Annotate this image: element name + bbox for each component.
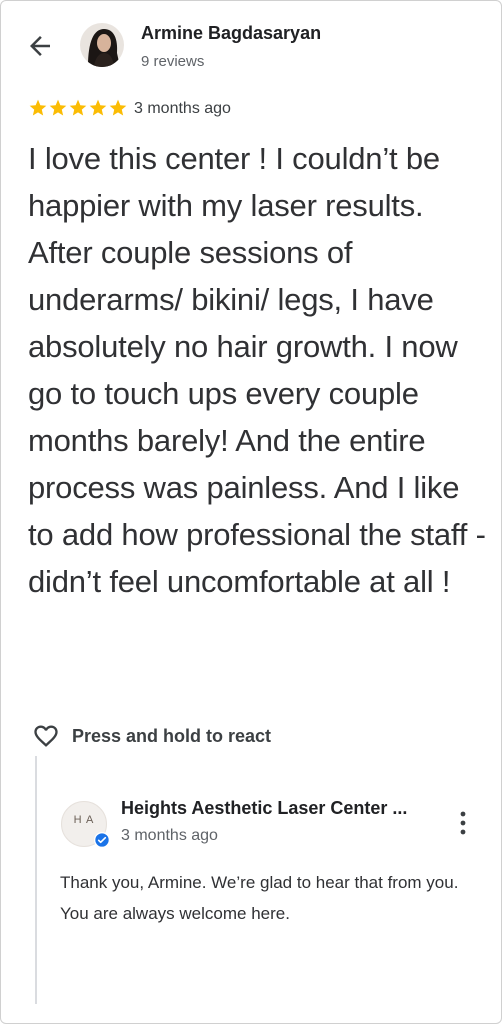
owner-response-text: Thank you, Armine. We’re glad to hear th… [60,873,459,923]
user-avatar-icon [80,23,124,67]
author-review-count: 9 reviews [141,53,205,70]
business-name[interactable]: Heights Aesthetic Laser Center ... [121,798,407,819]
response-time: 3 months ago [121,827,218,844]
author-avatar[interactable] [80,23,124,67]
star-icon [49,99,67,116]
star-rating [28,98,128,118]
star-icon [69,99,87,116]
author-name[interactable]: Armine Bagdasaryan [141,23,321,44]
verified-badge-icon [94,832,110,848]
heart-outline-icon [34,725,58,747]
more-vertical-icon [460,811,466,835]
review-text: I love this center ! I couldn’t be happi… [28,141,486,599]
star-icon [29,99,47,116]
review-detail-panel: Armine Bagdasaryan 9 reviews 3 months ag… [0,0,502,1024]
react-button[interactable]: Press and hold to react [32,722,271,750]
more-options-button[interactable] [453,809,473,837]
reply-divider [35,756,37,1004]
arrow-left-icon [30,36,50,56]
back-button[interactable] [25,31,55,61]
star-icon [109,99,127,116]
react-label: Press and hold to react [72,725,272,746]
star-icon [89,99,107,116]
review-time: 3 months ago [134,100,231,117]
business-logo-monogram: H A [73,814,95,826]
